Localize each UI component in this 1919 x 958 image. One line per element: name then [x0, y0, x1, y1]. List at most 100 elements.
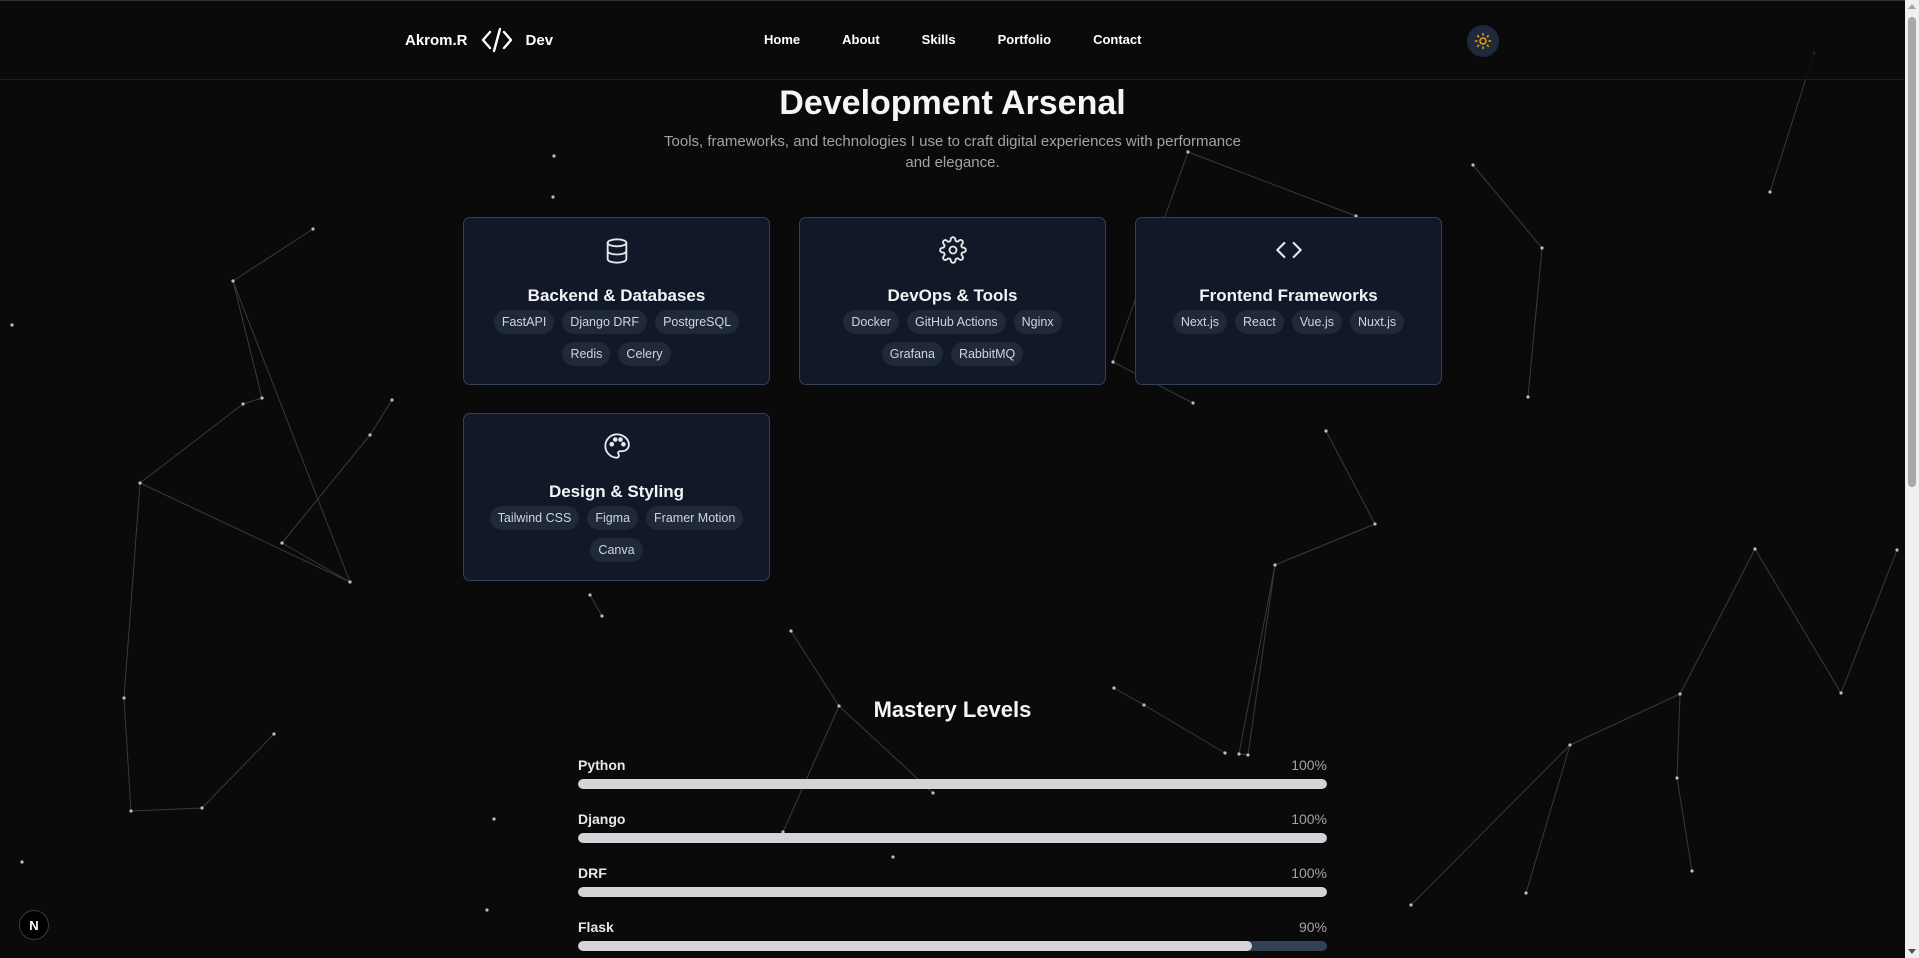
particle-dot	[1526, 395, 1530, 399]
particle-dot	[551, 195, 555, 199]
particle-dot	[1273, 563, 1277, 567]
tag: Grafana	[881, 342, 943, 366]
sun-icon	[1474, 32, 1492, 50]
card-title: Design & Styling	[548, 482, 685, 501]
skill-percent: 90%	[1298, 919, 1327, 935]
particle-dot	[485, 908, 489, 912]
logo-name: Akrom.R	[405, 31, 468, 49]
tag: Docker	[843, 310, 899, 334]
progress-fill	[578, 941, 1253, 951]
tag: Vue.js	[1291, 310, 1342, 334]
code-icon	[480, 26, 514, 54]
skill-bar-python: Python 100%	[578, 757, 1327, 789]
skill-name: Python	[578, 757, 626, 773]
particle-dot	[492, 817, 496, 821]
particle-dot	[129, 809, 133, 813]
scroll-up-arrow-icon[interactable]	[1908, 4, 1916, 9]
particle-link	[369, 399, 393, 436]
particle-dot	[588, 593, 592, 597]
particle-link	[130, 807, 203, 812]
progress-fill	[578, 887, 1327, 897]
card-design-styling: Design & Styling Tailwind CSS Figma Fram…	[463, 413, 770, 581]
logo[interactable]: Akrom.R Dev	[405, 26, 553, 54]
skill-name: Flask	[578, 919, 614, 935]
skill-bar-flask: Flask 90%	[578, 919, 1327, 951]
particle-dot	[552, 154, 556, 158]
tag: Next.js	[1172, 310, 1228, 334]
card-title: Backend & Databases	[527, 286, 706, 305]
scrollbar-thumb[interactable]	[1908, 17, 1916, 487]
particle-dot	[1839, 691, 1843, 695]
tag-list: Docker GitHub Actions Nginx Grafana Rabb…	[812, 310, 1093, 366]
nav-links: Home About Skills Portfolio Contact	[764, 32, 1183, 47]
particle-dot	[789, 629, 793, 633]
card-title: DevOps & Tools	[887, 286, 1018, 305]
particle-dot	[1112, 686, 1116, 690]
particle-dot	[1471, 163, 1475, 167]
nav-link-about[interactable]: About	[842, 32, 880, 47]
skill-percent: 100%	[1291, 865, 1327, 881]
particle-dot	[368, 433, 372, 437]
code-icon	[1136, 236, 1441, 264]
tag: Canva	[590, 538, 643, 562]
nav-link-contact[interactable]: Contact	[1093, 32, 1141, 47]
particle-dot	[1409, 903, 1413, 907]
scrollbar[interactable]	[1905, 0, 1919, 958]
theme-toggle-button[interactable]	[1467, 25, 1499, 57]
tag-list: Tailwind CSS Figma Framer Motion Canva	[476, 506, 757, 562]
skill-percent: 100%	[1291, 811, 1327, 827]
particle-dot	[311, 227, 315, 231]
tag: FastAPI	[493, 310, 555, 334]
particle-dot	[1895, 548, 1899, 552]
card-devops-tools: DevOps & Tools Docker GitHub Actions Ngi…	[799, 217, 1106, 385]
gear-icon	[800, 236, 1105, 264]
particle-link	[1274, 523, 1376, 566]
tag: Figma	[587, 506, 639, 530]
particle-dot	[1111, 360, 1115, 364]
nextjs-dev-badge[interactable]: N	[19, 910, 49, 940]
particle-link	[1676, 777, 1693, 872]
card-title: Frontend Frameworks	[1199, 286, 1378, 305]
tag: GitHub Actions	[906, 310, 1006, 334]
particle-link	[123, 482, 141, 699]
nav-link-portfolio[interactable]: Portfolio	[998, 32, 1051, 47]
tag: Tailwind CSS	[489, 506, 580, 530]
particle-dot	[1675, 776, 1679, 780]
progress-fill	[578, 779, 1327, 789]
particle-dot	[1568, 743, 1572, 747]
tag-list: FastAPI Django DRF PostgreSQL Redis Cele…	[476, 310, 757, 366]
particle-link	[1754, 548, 1842, 694]
particle-dot	[20, 860, 24, 864]
particle-link	[589, 594, 603, 617]
progress-track	[578, 941, 1327, 951]
skill-percent: 100%	[1291, 757, 1327, 773]
nav-link-home[interactable]: Home	[764, 32, 800, 47]
particle-dot	[931, 791, 935, 795]
particle-link	[1679, 548, 1756, 695]
tag: React	[1235, 310, 1284, 334]
nav-link-skills[interactable]: Skills	[922, 32, 956, 47]
particle-link	[1472, 164, 1543, 249]
particle-dot	[1223, 751, 1227, 755]
tag: Nginx	[1013, 310, 1062, 334]
particle-dot	[280, 541, 284, 545]
palette-icon	[464, 432, 769, 460]
progress-fill	[578, 833, 1327, 843]
particle-link	[281, 542, 351, 583]
particle-dot	[1690, 869, 1694, 873]
particle-link	[281, 434, 371, 544]
tag: PostgreSQL	[655, 310, 740, 334]
tag: Celery	[618, 342, 671, 366]
particle-link	[139, 403, 244, 484]
page-subtitle: Tools, frameworks, and technologies I us…	[664, 133, 1241, 171]
particle-dot	[200, 806, 204, 810]
scroll-down-arrow-icon[interactable]	[1908, 949, 1916, 954]
particle-dot	[241, 402, 245, 406]
tag-list: Next.js React Vue.js Nuxt.js	[1148, 310, 1429, 334]
particle-link	[232, 228, 314, 282]
particle-dot	[1768, 190, 1772, 194]
skill-bar-drf: DRF 100%	[578, 865, 1327, 897]
particle-link	[242, 397, 263, 405]
particle-dot	[10, 323, 14, 327]
particle-dot	[272, 732, 276, 736]
